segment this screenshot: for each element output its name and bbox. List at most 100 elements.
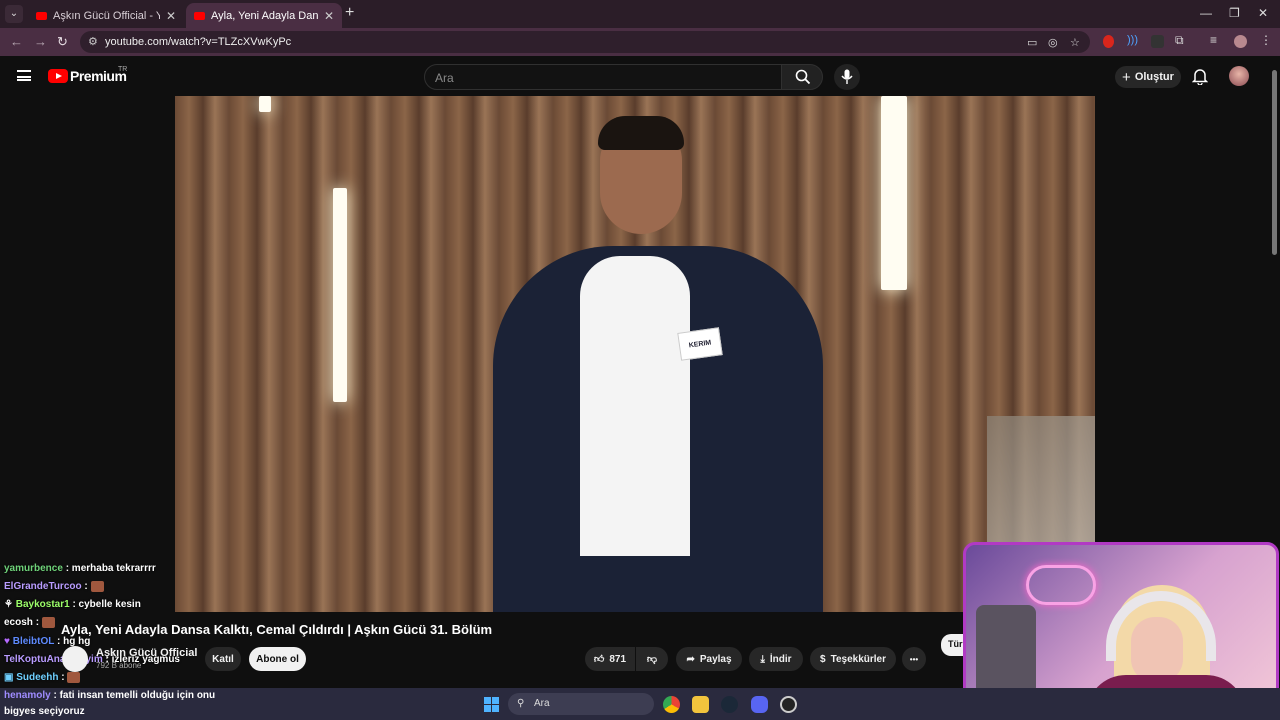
close-tab-icon[interactable]: ✕ bbox=[166, 9, 176, 23]
chat-text: : bbox=[61, 672, 65, 684]
account-avatar[interactable] bbox=[1229, 66, 1249, 86]
browser-tab-bar: ⌄ Aşkın Gücü Official - YouTube ✕ Ayla, … bbox=[0, 0, 1280, 28]
thumbs-up-icon: 👍︎ bbox=[593, 654, 605, 665]
chrome-icon[interactable] bbox=[663, 696, 680, 713]
like-count: 871 bbox=[609, 653, 627, 665]
create-label: Oluştur bbox=[1134, 71, 1174, 83]
more-actions-button[interactable]: ••• bbox=[902, 647, 926, 671]
country-code: TR bbox=[118, 66, 128, 73]
page-scrollbar[interactable] bbox=[1272, 70, 1277, 255]
reading-list-icon[interactable]: ≡ bbox=[1210, 33, 1223, 47]
browser-tab[interactable]: Aşkın Gücü Official - YouTube ✕ bbox=[28, 3, 184, 28]
chat-text: bigyes seçiyoruz bbox=[4, 706, 85, 717]
minimize-button[interactable]: — bbox=[1200, 6, 1212, 20]
notifications-bell-icon[interactable] bbox=[1192, 68, 1208, 85]
tab-title: Ayla, Yeni Adayla Dansa Kalktı, C bbox=[211, 9, 318, 22]
chat-text: : cybelle kesin bbox=[72, 599, 141, 610]
subscribe-button[interactable]: Abone ol bbox=[249, 647, 306, 671]
browser-menu-icon[interactable]: ⋮ bbox=[1260, 33, 1273, 47]
site-info-icon[interactable]: ⚙ bbox=[88, 35, 98, 48]
microphone-arm bbox=[976, 605, 1036, 695]
chat-message: ▣ Sudeehh : bbox=[4, 672, 81, 684]
thanks-button[interactable]: $ Teşekkürler bbox=[810, 647, 896, 671]
windows-start-icon[interactable] bbox=[484, 697, 499, 712]
headphones bbox=[1106, 591, 1216, 661]
install-app-icon[interactable]: ▭ bbox=[1027, 36, 1037, 49]
chat-username: Baykostar1 bbox=[15, 599, 70, 610]
youtube-header: Premium TR Ara + Oluştur bbox=[0, 56, 1280, 96]
name-badge: KERIM bbox=[677, 327, 723, 361]
subscribe-label: Abone ol bbox=[256, 653, 299, 665]
join-label: Katıl bbox=[212, 653, 234, 665]
dislike-button[interactable]: 👎︎ bbox=[636, 647, 668, 671]
microphone-icon bbox=[841, 69, 853, 84]
emote-icon bbox=[67, 672, 81, 683]
youtube-favicon-icon bbox=[36, 11, 47, 20]
search-icon bbox=[795, 69, 811, 85]
browser-toolbar: ← → ↻ ⚙ youtube.com/watch?v=TLZcXVwKyPc … bbox=[0, 28, 1280, 56]
plus-icon: + bbox=[1122, 68, 1131, 86]
tab-search-button[interactable]: ⌄ bbox=[5, 5, 23, 23]
chat-badge-icon: ♥ bbox=[4, 636, 10, 647]
back-icon[interactable]: ← bbox=[10, 34, 23, 49]
discord-icon[interactable] bbox=[751, 696, 768, 713]
voice-search-button[interactable] bbox=[834, 64, 860, 90]
eye-off-icon[interactable]: ◎ bbox=[1048, 36, 1058, 49]
browser-tab-active[interactable]: Ayla, Yeni Adayla Dansa Kalktı, C ✕ bbox=[186, 3, 342, 28]
studio-light bbox=[333, 188, 347, 402]
youtube-logo-icon[interactable] bbox=[48, 69, 68, 83]
extensions-puzzle-icon[interactable]: ⧉ bbox=[1175, 33, 1188, 47]
extension-red-icon[interactable] bbox=[1103, 35, 1114, 48]
studio-light bbox=[259, 96, 271, 112]
chat-username: yamurbence bbox=[4, 563, 63, 574]
taskbar-search-icon: ⚲ bbox=[517, 698, 525, 709]
obs-icon[interactable] bbox=[780, 696, 797, 713]
taskbar-search[interactable]: ⚲ Ara bbox=[508, 693, 654, 715]
chat-username: Sudeehh bbox=[16, 672, 59, 684]
file-explorer-icon[interactable] bbox=[692, 696, 709, 713]
studio-light bbox=[881, 96, 907, 290]
extension-box-icon[interactable] bbox=[1151, 35, 1164, 48]
maximize-button[interactable]: ❐ bbox=[1229, 6, 1240, 20]
steam-icon[interactable] bbox=[721, 696, 738, 713]
chat-username: ecosh bbox=[4, 617, 33, 629]
extension-wave-icon[interactable]: ))) bbox=[1127, 34, 1140, 47]
menu-icon[interactable] bbox=[17, 70, 31, 81]
search-input[interactable]: Ara bbox=[424, 64, 782, 90]
chat-message: ecosh : bbox=[4, 617, 55, 628]
video-player[interactable]: KERIM bbox=[175, 96, 1095, 612]
chat-message: bigyes seçiyoruz bbox=[4, 706, 85, 717]
forward-icon[interactable]: → bbox=[34, 34, 47, 49]
new-tab-button[interactable]: + bbox=[345, 4, 354, 22]
share-button[interactable]: ➦ Paylaş bbox=[676, 647, 742, 671]
filter-chip[interactable]: Tür bbox=[941, 634, 963, 656]
chat-username: BleibtOL bbox=[12, 636, 55, 647]
address-bar[interactable]: ⚙ youtube.com/watch?v=TLZcXVwKyPc ▭ ◎ ☆ bbox=[80, 31, 1090, 53]
chat-username: ElGrandeTurcoo bbox=[4, 581, 82, 593]
join-button[interactable]: Katıl bbox=[205, 647, 241, 671]
channel-name[interactable]: Aşkın Gücü Official bbox=[96, 647, 197, 659]
like-button[interactable]: 👍︎ 871 bbox=[585, 647, 635, 671]
close-tab-icon[interactable]: ✕ bbox=[324, 9, 334, 23]
chat-text: : merhaba tekrarrrr bbox=[65, 563, 156, 574]
download-icon: ⤓ bbox=[760, 653, 765, 665]
tab-title: Aşkın Gücü Official - YouTube bbox=[53, 9, 160, 22]
channel-avatar[interactable] bbox=[62, 646, 88, 672]
create-button[interactable]: + Oluştur bbox=[1115, 66, 1181, 88]
chat-text: : fati insan temelli olduğu için onu bbox=[53, 690, 216, 701]
subscriber-count: 792 B abone bbox=[96, 661, 142, 670]
bookmark-star-icon[interactable]: ☆ bbox=[1070, 36, 1080, 49]
reload-icon[interactable]: ↻ bbox=[57, 34, 68, 50]
download-button[interactable]: ⤓ İndir bbox=[749, 647, 803, 671]
windows-taskbar: henamoly : fati insan temelli olduğu içi… bbox=[0, 688, 1280, 720]
chat-username: henamoly bbox=[4, 690, 51, 701]
emote-icon bbox=[41, 617, 55, 628]
thumbs-down-icon: 👎︎ bbox=[646, 654, 658, 665]
chat-message: yamurbence : merhaba tekrarrrr bbox=[4, 563, 156, 574]
youtube-favicon-icon bbox=[194, 11, 205, 20]
thanks-icon: $ bbox=[820, 653, 826, 665]
profile-avatar-icon[interactable] bbox=[1234, 35, 1247, 48]
close-window-button[interactable]: ✕ bbox=[1258, 6, 1268, 20]
search-placeholder: Ara bbox=[435, 71, 454, 85]
search-button[interactable] bbox=[781, 64, 823, 90]
